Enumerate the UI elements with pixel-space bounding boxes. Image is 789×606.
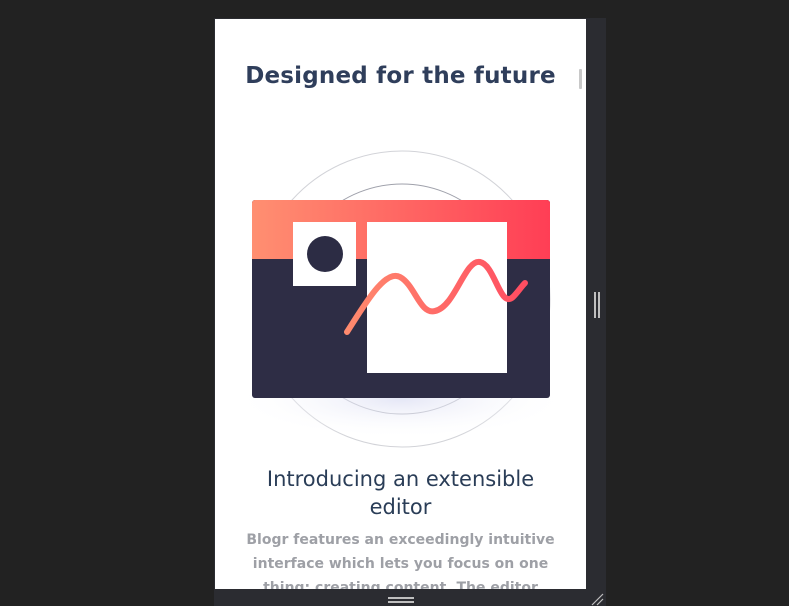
section-title: Designed for the future bbox=[245, 63, 556, 89]
editor-illustration bbox=[231, 150, 571, 448]
stage: Designed for the future Introducing an e… bbox=[0, 0, 789, 606]
page-viewport[interactable]: Designed for the future Introducing an e… bbox=[215, 19, 586, 589]
vertical-drag-handle-icon[interactable] bbox=[594, 292, 600, 318]
canvas-panel bbox=[367, 222, 507, 373]
resize-corner-icon[interactable] bbox=[590, 592, 604, 606]
feature-body: Blogr features an exceedingly intuitive … bbox=[246, 532, 555, 589]
feature-heading: Introducing an extensible editor bbox=[266, 467, 535, 519]
avatar-circle bbox=[307, 236, 343, 272]
horizontal-drag-handle-icon[interactable] bbox=[388, 597, 414, 603]
